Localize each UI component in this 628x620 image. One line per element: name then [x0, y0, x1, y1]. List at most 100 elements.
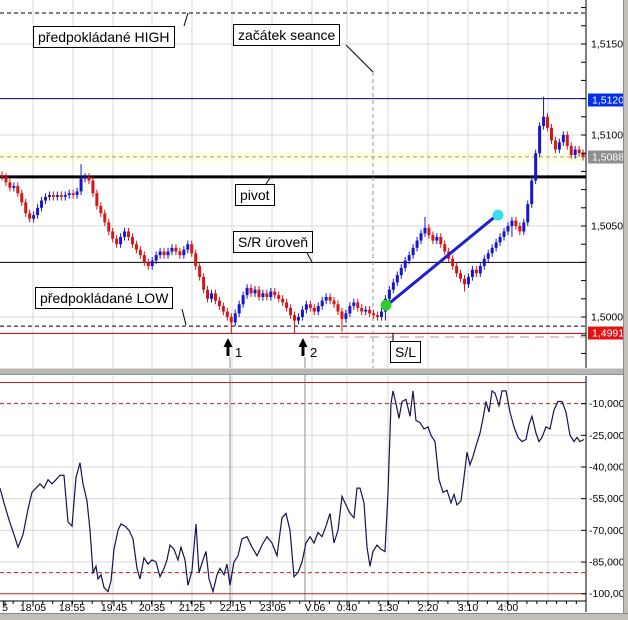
- candle-body: [91, 180, 95, 194]
- price-badge-label: 1,5120: [592, 95, 624, 107]
- candle-body: [296, 317, 300, 321]
- candle-body: [253, 289, 257, 294]
- candle-body: [285, 302, 289, 308]
- candle-body: [24, 202, 28, 214]
- candle-body: [577, 149, 581, 154]
- candle-body: [407, 255, 411, 261]
- candle-body: [79, 178, 83, 192]
- candle-body: [431, 235, 435, 241]
- trend-line[interactable]: [385, 213, 499, 307]
- candle-body: [534, 153, 538, 181]
- candle-body: [336, 304, 340, 312]
- candle-body: [463, 278, 467, 285]
- candle-body: [542, 116, 546, 126]
- candle-body: [557, 142, 561, 150]
- candle-body: [241, 295, 245, 305]
- candle-body: [510, 220, 514, 226]
- up-arrow-marker[interactable]: [223, 338, 233, 356]
- candle-body: [71, 193, 75, 196]
- candle-body: [273, 291, 277, 296]
- candle-body: [170, 247, 174, 252]
- candle-body: [514, 220, 518, 226]
- candle-body: [194, 253, 198, 267]
- candle-body: [451, 258, 455, 267]
- candle-body: [115, 238, 119, 245]
- candle-body: [312, 307, 316, 312]
- candle-body: [538, 125, 542, 154]
- sr-level-label-box[interactable]: S/R úroveň: [233, 231, 314, 253]
- panel-separator[interactable]: [0, 368, 625, 375]
- candle-body: [411, 247, 415, 256]
- candle-body: [210, 293, 214, 299]
- candle-body: [490, 247, 494, 254]
- mt4-chart-window: 1 2 1,5150 1,5100 1,5050 1,5000 1,5120 1,5088 1,…: [0, 0, 628, 620]
- candle-body: [518, 226, 522, 232]
- candle-body: [154, 255, 158, 261]
- pivot-label-box[interactable]: pivot: [235, 184, 275, 206]
- candle-body: [502, 231, 506, 237]
- candle-body: [573, 149, 577, 156]
- session-start-label-box[interactable]: začátek seance: [233, 24, 341, 46]
- candle-body: [83, 176, 87, 179]
- candle-body: [213, 293, 217, 301]
- candle-body: [16, 185, 20, 194]
- arrow-number: 1: [235, 345, 242, 360]
- candle-body: [107, 222, 111, 232]
- candle-body: [142, 255, 146, 263]
- candle-body: [32, 215, 36, 219]
- candle-body: [459, 273, 463, 279]
- expected-low-label-box[interactable]: předpokládané LOW: [35, 287, 174, 309]
- candle-body: [126, 231, 130, 237]
- candle-body: [387, 289, 391, 299]
- candle-body: [166, 251, 170, 256]
- candle-body: [87, 176, 91, 181]
- candle-body: [95, 193, 99, 206]
- candle-body: [522, 222, 526, 232]
- candle-body: [569, 145, 573, 156]
- candle-body: [281, 298, 285, 303]
- price-badge-label: 1,4991: [592, 328, 624, 340]
- candle-body: [348, 306, 352, 314]
- up-arrow-marker[interactable]: [298, 338, 308, 356]
- chart-objects-layer[interactable]: 12: [181, 12, 504, 360]
- candle-body: [427, 227, 431, 236]
- candle-body: [308, 304, 312, 308]
- candle-body: [316, 306, 320, 312]
- candle-body: [530, 180, 534, 205]
- candle-body: [55, 195, 59, 197]
- candle-body: [59, 195, 63, 197]
- candle-body: [443, 244, 447, 252]
- candle-body: [174, 247, 178, 252]
- candle-body: [245, 287, 249, 296]
- oscillator-line: [0, 389, 585, 594]
- expected-high-label-box[interactable]: předpokládané HIGH: [33, 26, 175, 48]
- candle-body: [51, 195, 55, 197]
- window-border-right: [623, 0, 628, 620]
- candle-body: [470, 269, 474, 277]
- candle-body: [399, 267, 403, 276]
- candle-body: [134, 244, 138, 250]
- candle-body: [376, 315, 380, 317]
- candle-body: [549, 127, 553, 141]
- candle-body: [217, 300, 221, 307]
- candle-body: [182, 249, 186, 256]
- candle-body: [581, 153, 585, 157]
- candle-body: [146, 262, 150, 267]
- chart-canvas[interactable]: 1 21,51501,51001,50501,50001,51201,50881,…: [0, 0, 628, 620]
- candle-body: [158, 251, 162, 256]
- entry-dot[interactable]: [380, 299, 392, 311]
- candle-body: [202, 276, 206, 290]
- candle-body: [293, 315, 297, 321]
- callout-connector: [183, 12, 189, 27]
- candle-body: [225, 311, 229, 317]
- candle-body: [103, 213, 107, 223]
- candle-body: [190, 244, 194, 254]
- window-border-bottom: [0, 613, 628, 620]
- candle-body: [289, 307, 293, 316]
- candle-body: [277, 295, 281, 299]
- candle-body: [435, 236, 439, 241]
- stoploss-label-box[interactable]: S/L: [390, 341, 422, 363]
- exit-dot[interactable]: [492, 209, 504, 221]
- candle-body: [130, 236, 134, 245]
- arrow-number: 2: [310, 345, 317, 360]
